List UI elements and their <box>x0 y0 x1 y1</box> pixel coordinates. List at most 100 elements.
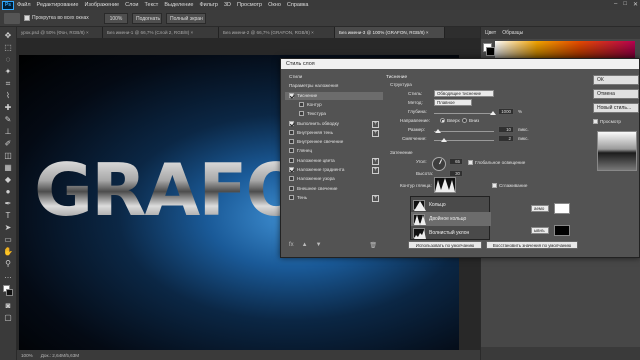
zoom-100-button[interactable]: 100% <box>104 13 128 24</box>
style-item-checkbox[interactable] <box>289 194 294 200</box>
menu-filter[interactable]: Фильтр <box>199 2 217 8</box>
menu-window[interactable]: Окно <box>268 2 281 8</box>
style-item[interactable]: Тиснение <box>285 91 383 101</box>
direction-up-radio[interactable] <box>440 118 445 123</box>
move-tool-icon[interactable]: ✥ <box>3 31 13 41</box>
menu-edit[interactable]: Редактирование <box>37 2 79 8</box>
gradient-tool-icon[interactable]: ▦ <box>3 163 13 173</box>
move-down-icon[interactable]: ▼ <box>316 242 322 248</box>
tab-swatches[interactable]: Образцы <box>502 30 523 36</box>
close-icon[interactable]: ✕ <box>633 1 638 8</box>
marquee-tool-icon[interactable]: ⬚ <box>3 43 13 53</box>
tab-color[interactable]: Цвет <box>485 30 496 36</box>
menu-help[interactable]: Справка <box>287 2 309 8</box>
depth-slider[interactable] <box>434 113 494 114</box>
hand-tool-icon[interactable]: ✋ <box>3 247 13 257</box>
style-item-checkbox[interactable] <box>289 157 294 163</box>
style-item-checkbox[interactable] <box>289 148 294 154</box>
style-item-checkbox[interactable] <box>289 129 294 135</box>
highlight-mode-select[interactable]: аемо <box>531 205 549 212</box>
add-style-icon[interactable]: + <box>372 194 379 202</box>
type-tool-icon[interactable]: T <box>3 211 13 221</box>
style-item[interactable]: Текстура <box>285 110 383 119</box>
angle-input[interactable]: 65 <box>449 158 463 165</box>
depth-slider-knob[interactable] <box>490 111 496 115</box>
hand-tool-icon[interactable] <box>4 13 20 24</box>
zoom-tool-icon[interactable]: ⚲ <box>3 259 13 269</box>
screen-mode-icon[interactable]: ▢ <box>3 313 13 323</box>
style-item[interactable]: Внутреннее свечение <box>285 138 383 147</box>
style-item[interactable]: Глянец <box>285 147 383 156</box>
fx-icon[interactable]: fx <box>289 242 294 248</box>
delete-icon[interactable]: 🗑 <box>369 242 377 249</box>
style-item-checkbox[interactable] <box>289 167 294 172</box>
ok-button[interactable]: ОК <box>593 75 639 85</box>
tab-doc-3[interactable]: Без имени-2 @ 66,7% (GRAFON, RGB/8) × <box>219 27 335 38</box>
add-style-icon[interactable]: + <box>372 167 379 174</box>
new-style-button[interactable]: Новый стиль... <box>593 103 639 113</box>
blur-tool-icon[interactable]: ◆ <box>3 175 13 185</box>
antialias-checkbox[interactable] <box>492 183 497 188</box>
style-select[interactable]: Обводящее тиснение <box>434 90 494 97</box>
background-color-swatch[interactable] <box>6 289 13 296</box>
status-zoom[interactable]: 100% <box>21 353 33 358</box>
preview-checkbox[interactable] <box>593 119 598 124</box>
more-tools-icon[interactable]: … <box>3 271 13 281</box>
style-item[interactable]: Выполнить обводку + <box>285 120 383 129</box>
contour-wavy-slope[interactable]: Волнистый уклон <box>411 226 491 240</box>
fullscreen-button[interactable]: Полный экран <box>166 13 206 24</box>
style-item[interactable]: Наложение узора <box>285 175 383 184</box>
depth-input[interactable]: 1000 <box>498 108 514 115</box>
path-select-icon[interactable]: ➤ <box>3 223 13 233</box>
move-up-icon[interactable]: ▲ <box>302 242 308 248</box>
add-style-icon[interactable]: + <box>372 120 379 128</box>
contour-ring[interactable]: Кольцо <box>411 198 491 212</box>
gloss-contour-preview[interactable] <box>434 177 456 193</box>
size-slider[interactable] <box>434 131 494 132</box>
pen-tool-icon[interactable]: ✒ <box>3 199 13 209</box>
style-item[interactable]: Стили <box>285 73 383 82</box>
magic-wand-icon[interactable]: ✦ <box>3 67 13 77</box>
style-item-checkbox[interactable] <box>289 120 294 126</box>
fit-screen-button[interactable]: Подогнать <box>132 13 162 24</box>
size-input[interactable]: 10 <box>498 126 514 133</box>
reset-default-button[interactable]: Восстановить значения по умолчанию <box>486 241 578 249</box>
lasso-tool-icon[interactable]: ◌ <box>3 55 13 65</box>
menu-text[interactable]: Текст <box>144 2 158 8</box>
style-item-checkbox[interactable] <box>299 111 304 117</box>
menu-file[interactable]: Файл <box>17 2 31 8</box>
healing-brush-icon[interactable]: ✚ <box>3 103 13 113</box>
shadow-mode-select[interactable]: ывнъ <box>531 227 549 234</box>
quick-mask-icon[interactable]: ◙ <box>3 301 13 311</box>
altitude-input[interactable]: 30 <box>449 170 463 177</box>
stamp-tool-icon[interactable]: ⊥ <box>3 127 13 137</box>
style-item-checkbox[interactable] <box>289 176 294 182</box>
shadow-color-swatch[interactable] <box>554 225 570 236</box>
menu-select[interactable]: Выделение <box>164 2 193 8</box>
style-item[interactable]: Наложение градиента + <box>285 166 383 175</box>
eyedropper-icon[interactable]: ⌇ <box>3 91 13 101</box>
style-item-checkbox[interactable] <box>289 185 294 191</box>
style-item-checkbox[interactable] <box>289 92 294 98</box>
history-brush-icon[interactable]: ✐ <box>3 139 13 149</box>
style-item[interactable]: Внешнее свечение <box>285 185 383 194</box>
menu-layers[interactable]: Слои <box>125 2 138 8</box>
highlight-color-swatch[interactable] <box>554 203 570 214</box>
style-item[interactable]: Параметры наложения <box>285 82 383 91</box>
size-slider-knob[interactable] <box>435 129 441 133</box>
brush-tool-icon[interactable]: ✎ <box>3 115 13 125</box>
eraser-tool-icon[interactable]: ◫ <box>3 151 13 161</box>
soften-input[interactable]: 2 <box>498 135 514 142</box>
minimize-icon[interactable]: – <box>614 1 617 8</box>
shape-tool-icon[interactable]: ▭ <box>3 235 13 245</box>
method-select[interactable]: Плавное <box>434 99 472 106</box>
style-item[interactable]: Контур <box>285 101 383 110</box>
contour-double-ring[interactable]: Двойное кольцо <box>411 212 491 226</box>
cancel-button[interactable]: Отмена <box>593 89 639 99</box>
direction-down-radio[interactable] <box>462 118 467 123</box>
dodge-tool-icon[interactable]: ● <box>3 187 13 197</box>
menu-view[interactable]: Просмотр <box>237 2 262 8</box>
tab-doc-1[interactable]: урок.psd @ 50% (Фон, RGB/8) × <box>17 27 103 38</box>
maximize-icon[interactable]: □ <box>623 1 627 8</box>
add-style-icon[interactable]: + <box>372 129 379 137</box>
